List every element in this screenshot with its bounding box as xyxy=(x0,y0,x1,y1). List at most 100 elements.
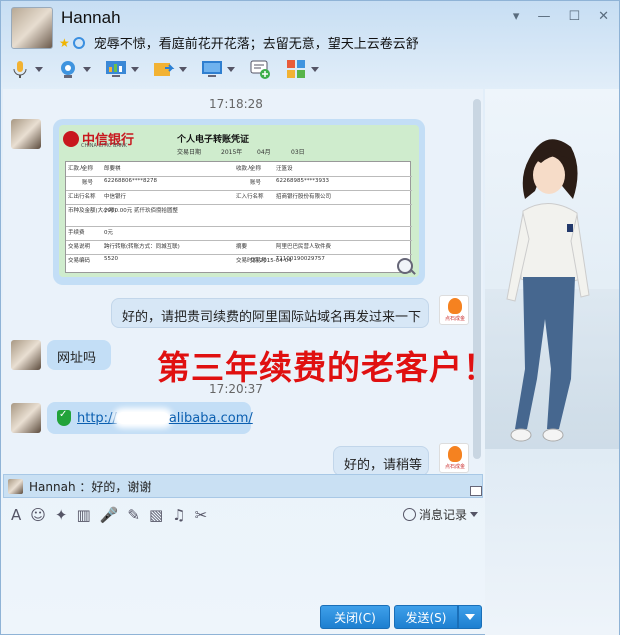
message-history-button[interactable]: 消息记录 xyxy=(403,506,479,523)
chevron-down-icon[interactable] xyxy=(83,66,91,72)
video-call-button[interactable] xyxy=(57,59,91,79)
mic-icon xyxy=(13,61,27,78)
receipt-title: 个人电子转账凭证 xyxy=(177,135,250,145)
avatar[interactable] xyxy=(11,119,41,149)
clock-icon xyxy=(403,508,416,521)
font-icon[interactable]: A xyxy=(11,506,21,524)
contact-avatar[interactable] xyxy=(11,7,53,49)
chevron-down-icon[interactable] xyxy=(35,66,43,72)
add-friend-icon xyxy=(250,60,270,79)
screenshot-scissors-icon[interactable]: ✂ xyxy=(195,506,208,524)
message-bubble-outgoing[interactable]: 好的，请稍等 xyxy=(333,446,429,476)
close-button[interactable]: ✕ xyxy=(598,9,609,24)
security-shield-icon xyxy=(57,409,71,426)
chevron-down-icon xyxy=(470,512,479,517)
emoji-icon[interactable]: ☺ xyxy=(30,506,46,524)
voice-message-icon[interactable]: 🎤 xyxy=(100,506,119,524)
url-link[interactable]: http:// alibaba.com/ xyxy=(77,411,253,426)
status-row: ★ 宠辱不惊，看庭前花开花落；去留无意，望天上云卷云舒 xyxy=(59,33,419,53)
message-text: 好的，请稍等 xyxy=(344,458,423,473)
image-icon[interactable]: ▧ xyxy=(149,506,163,524)
receipt-row-divider xyxy=(66,240,412,241)
message-text: 好的，请把贵司续费的阿里国际站域名再发过来一下 xyxy=(122,310,422,325)
send-button[interactable]: 发送(S) xyxy=(394,605,458,629)
avatar[interactable]: 点石成金 xyxy=(439,443,469,473)
message-bubble-incoming[interactable]: 网址吗 xyxy=(47,340,111,370)
receipt-cell: 62268806****8278 xyxy=(104,178,157,184)
contact-name[interactable]: Hannah xyxy=(61,8,121,28)
voice-call-button[interactable] xyxy=(9,59,43,79)
avatar-character xyxy=(506,139,590,442)
remote-desktop-button[interactable] xyxy=(201,59,235,79)
message-bubble-incoming[interactable]: http:// alibaba.com/ xyxy=(47,402,253,434)
url-suffix: alibaba.com/ xyxy=(168,410,253,426)
chevron-down-icon[interactable] xyxy=(179,66,187,72)
avatar[interactable]: 点石成金 xyxy=(439,295,469,325)
avatar[interactable] xyxy=(11,340,41,370)
receipt-cell: 手续费 xyxy=(68,230,85,236)
chevron-down-icon[interactable] xyxy=(131,66,139,72)
receipt-row-divider xyxy=(66,204,412,205)
chevron-down-icon[interactable] xyxy=(227,66,235,72)
close-chat-button[interactable]: 关闭(C) xyxy=(320,605,390,629)
receipt-day: 03日 xyxy=(291,149,305,156)
receipt-cell: 交易号 xyxy=(250,258,267,264)
bank-receipt: 中信银行 CHINA CITIC BANK 个人电子转账凭证 交易日期 2015… xyxy=(59,125,419,277)
qq-zone-icon[interactable] xyxy=(72,36,85,49)
history-label: 消息记录 xyxy=(419,508,468,522)
star-icon[interactable]: ★ xyxy=(59,36,70,50)
receipt-row-divider xyxy=(66,254,412,255)
chat-scrollbar[interactable] xyxy=(473,99,481,459)
edit-icon[interactable]: ✎ xyxy=(127,506,140,524)
timestamp: 17:20:37 xyxy=(209,382,263,396)
receipt-image-message[interactable]: 中信银行 CHINA CITIC BANK 个人电子转账凭证 交易日期 2015… xyxy=(53,119,425,285)
dropdown-icon[interactable]: ▾ xyxy=(513,9,520,24)
file-transfer-button[interactable] xyxy=(153,59,187,79)
receipt-table: 汇款人 全称 郎要祺 收款人 全称 汪篮设 账号 62268806****8278 账号 6226… xyxy=(65,161,412,273)
maximize-button[interactable]: ☐ xyxy=(568,9,580,24)
video-icon xyxy=(61,61,75,78)
character-show-panel[interactable] xyxy=(485,89,619,635)
avatar xyxy=(8,478,23,494)
send-options-dropdown[interactable] xyxy=(458,605,482,629)
screenshot-shake-icon[interactable]: ▥ xyxy=(76,506,90,524)
receipt-cell: 汪篮设 xyxy=(276,166,293,172)
flame-logo-icon xyxy=(448,446,462,462)
window-controls: ▾ — ☐ ✕ xyxy=(513,9,609,24)
link-row: http:// alibaba.com/ xyxy=(57,409,253,426)
flame-logo-icon xyxy=(448,298,462,314)
receipt-cell: T1100190029757 xyxy=(276,256,325,262)
collapse-icon[interactable] xyxy=(470,486,482,496)
receipt-cell: 汇出行名称 xyxy=(68,194,96,200)
message-bubble-outgoing[interactable]: 好的，请把贵司续费的阿里国际站域名再发过来一下 xyxy=(111,298,429,328)
contact-signature: 宠辱不惊，看庭前花开花落；去留无意，望天上云卷云舒 xyxy=(93,37,419,52)
add-friend-button[interactable] xyxy=(249,59,271,79)
file-transfer-icon xyxy=(154,63,175,76)
receipt-cell: 5520 xyxy=(104,256,118,262)
bank-logo-icon xyxy=(63,130,79,147)
apps-button[interactable] xyxy=(285,59,319,79)
receipt-row-divider xyxy=(66,176,412,177)
receipt-cell: 交易编码 xyxy=(68,258,91,264)
chat-toolbar xyxy=(9,55,319,83)
receipt-year: 2015年 xyxy=(221,149,243,156)
receipt-cell: 0元 xyxy=(104,230,113,236)
screen-share-button[interactable] xyxy=(105,59,139,79)
logo-label: 点石成金 xyxy=(444,316,465,322)
apps-icon xyxy=(287,60,305,78)
music-icon[interactable]: ♫ xyxy=(172,506,185,524)
input-toolbar: A ☺ ✦ ▥ 🎤 ✎ ▧ ♫ ✂ xyxy=(11,504,207,526)
receipt-cell: 2980.00元 贰仟玖佰捌拾圆整 xyxy=(104,208,178,214)
remote-desktop-icon xyxy=(202,61,222,77)
preview-text: Hannah ：好的，谢谢 xyxy=(29,479,152,494)
zoom-in-icon[interactable] xyxy=(397,258,413,274)
message-input[interactable] xyxy=(3,529,483,599)
receipt-month: 04月 xyxy=(257,149,271,156)
logo-label: 点石成金 xyxy=(444,464,465,470)
avatar[interactable] xyxy=(11,403,41,433)
minimize-button[interactable]: — xyxy=(537,9,550,24)
last-message-preview[interactable]: Hannah ：好的，谢谢 xyxy=(3,474,483,498)
magic-expression-icon[interactable]: ✦ xyxy=(55,506,68,524)
chevron-down-icon[interactable] xyxy=(311,66,319,72)
receipt-cell: 跨行转账(转账方式：同城互联) xyxy=(104,244,180,250)
